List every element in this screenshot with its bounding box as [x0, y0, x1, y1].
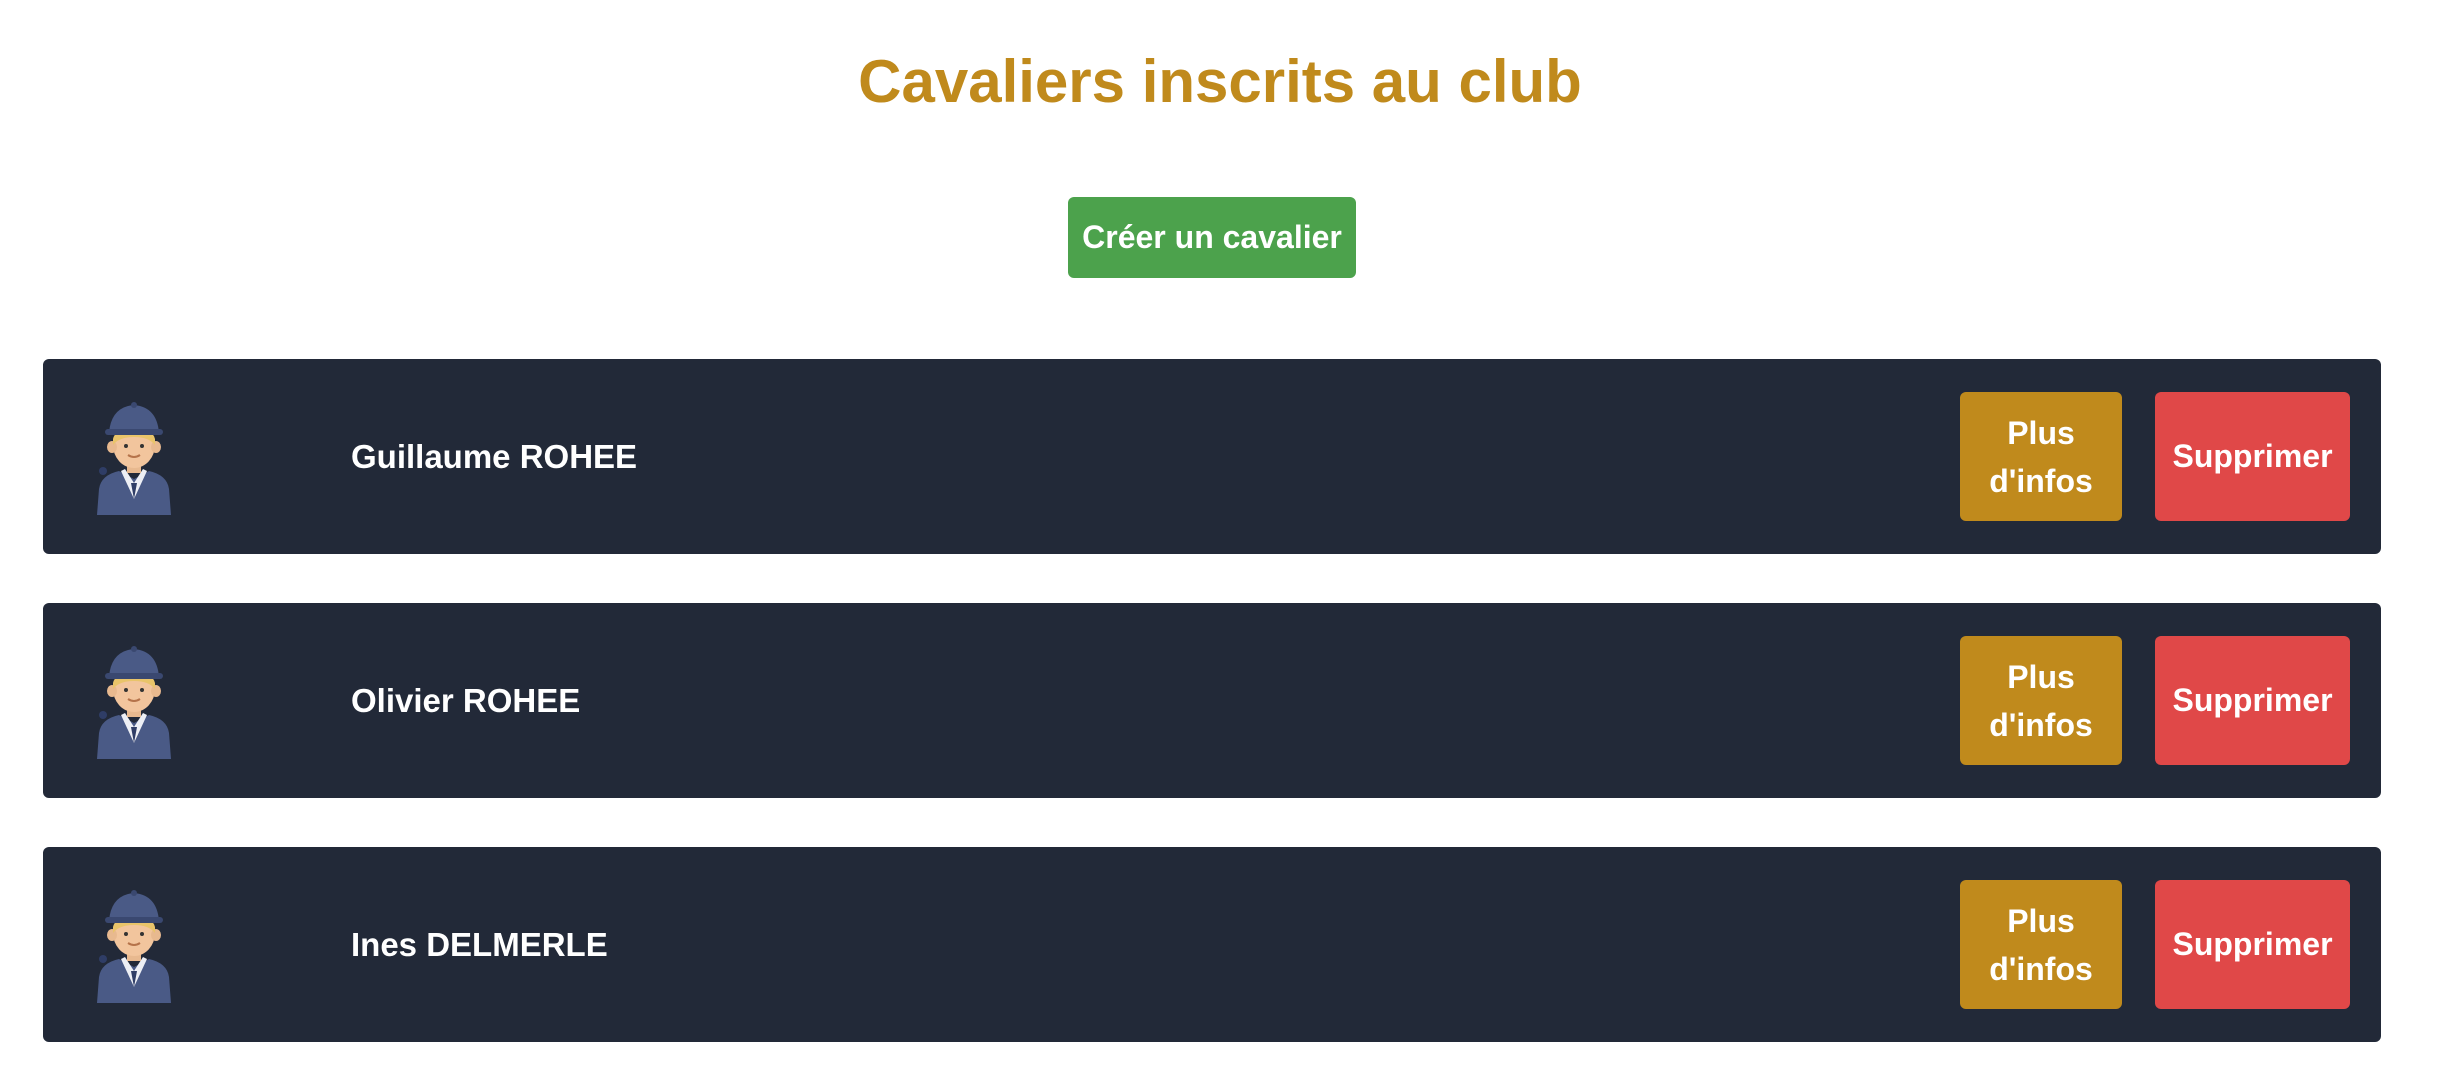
more-info-button[interactable]: Plus d'infos	[1960, 880, 2122, 1009]
rider-avatar-icon	[91, 399, 177, 515]
page-title: Cavaliers inscrits au club	[858, 48, 1582, 115]
rider-card: Olivier ROHEE Plus d'infos Supprimer	[43, 603, 2381, 798]
delete-button[interactable]: Supprimer	[2155, 880, 2350, 1009]
rider-name: Olivier ROHEE	[351, 681, 581, 719]
delete-button[interactable]: Supprimer	[2155, 392, 2350, 521]
rider-avatar-icon	[91, 887, 177, 1003]
rider-card: Guillaume ROHEE Plus d'infos Supprimer	[43, 359, 2381, 554]
create-rider-button[interactable]: Créer un cavalier	[1068, 197, 1356, 278]
delete-button[interactable]: Supprimer	[2155, 636, 2350, 765]
rider-avatar-icon	[91, 643, 177, 759]
rider-card: Ines DELMERLE Plus d'infos Supprimer	[43, 847, 2381, 1042]
rider-name: Ines DELMERLE	[351, 925, 608, 963]
page: Cavaliers inscrits au club Créer un cava…	[0, 0, 2440, 1086]
rider-list: Guillaume ROHEE Plus d'infos Supprimer O…	[43, 359, 2381, 1086]
more-info-button[interactable]: Plus d'infos	[1960, 392, 2122, 521]
rider-name: Guillaume ROHEE	[351, 437, 638, 475]
more-info-button[interactable]: Plus d'infos	[1960, 636, 2122, 765]
